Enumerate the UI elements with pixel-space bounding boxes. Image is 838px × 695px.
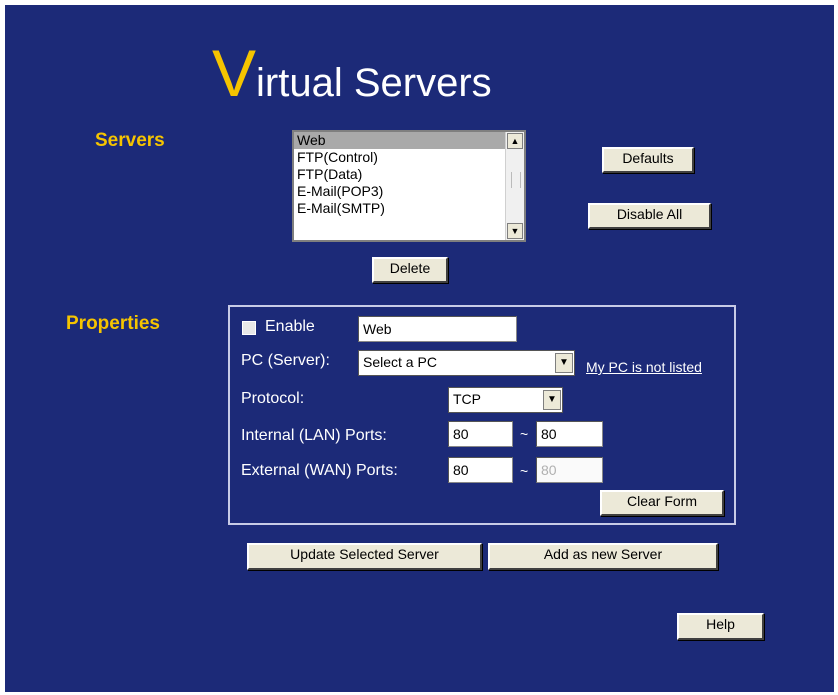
servers-listbox[interactable]: Web FTP(Control) FTP(Data) E-Mail(POP3) … bbox=[292, 130, 526, 242]
internal-port-to-input[interactable]: 80 bbox=[536, 421, 603, 447]
internal-port-from-input[interactable]: 80 bbox=[448, 421, 513, 447]
update-selected-server-button[interactable]: Update Selected Server bbox=[247, 543, 482, 570]
add-new-server-button[interactable]: Add as new Server bbox=[488, 543, 718, 570]
scroll-up-icon[interactable]: ▲ bbox=[507, 133, 523, 149]
properties-heading: Properties bbox=[66, 313, 160, 334]
protocol-select-value: TCP bbox=[453, 391, 481, 407]
pc-select-value: Select a PC bbox=[363, 354, 437, 370]
external-port-to-input: 80 bbox=[536, 457, 603, 483]
external-ports-label: External (WAN) Ports: bbox=[241, 462, 398, 479]
port-range-separator: ~ bbox=[520, 426, 529, 442]
list-item[interactable]: FTP(Data) bbox=[294, 166, 524, 183]
clear-form-button[interactable]: Clear Form bbox=[600, 490, 724, 516]
defaults-button[interactable]: Defaults bbox=[602, 147, 694, 173]
port-range-separator: ~ bbox=[520, 463, 529, 479]
list-item[interactable]: E-Mail(POP3) bbox=[294, 183, 524, 200]
servers-heading: Servers bbox=[95, 130, 165, 151]
listbox-scrollbar[interactable]: ▲ ▼ bbox=[505, 132, 524, 240]
chevron-down-icon[interactable]: ▼ bbox=[543, 390, 561, 410]
internal-ports-label: Internal (LAN) Ports: bbox=[241, 427, 387, 444]
enable-checkbox[interactable] bbox=[242, 321, 256, 335]
protocol-label: Protocol: bbox=[241, 390, 305, 407]
server-name-input[interactable]: Web bbox=[358, 316, 517, 342]
chevron-down-icon[interactable]: ▼ bbox=[555, 353, 573, 373]
scroll-down-icon[interactable]: ▼ bbox=[507, 223, 523, 239]
external-port-from-input[interactable]: 80 bbox=[448, 457, 513, 483]
disable-all-button[interactable]: Disable All bbox=[588, 203, 711, 229]
pc-not-listed-link[interactable]: My PC is not listed bbox=[586, 359, 702, 375]
page-title-rest: irtual Servers bbox=[256, 61, 492, 105]
help-button[interactable]: Help bbox=[677, 613, 764, 640]
pc-server-label: PC (Server): bbox=[241, 352, 330, 369]
pc-select[interactable]: Select a PC ▼ bbox=[358, 350, 575, 376]
page-title: Virtual Servers bbox=[212, 40, 492, 106]
page-title-initial: V bbox=[212, 36, 257, 110]
protocol-select[interactable]: TCP ▼ bbox=[448, 387, 563, 413]
list-item[interactable]: E-Mail(SMTP) bbox=[294, 200, 524, 217]
list-item[interactable]: FTP(Control) bbox=[294, 149, 524, 166]
list-item[interactable]: Web bbox=[294, 132, 524, 149]
delete-button[interactable]: Delete bbox=[372, 257, 448, 283]
scroll-thumb-grip-icon[interactable] bbox=[511, 172, 521, 188]
enable-label: Enable bbox=[265, 318, 315, 335]
